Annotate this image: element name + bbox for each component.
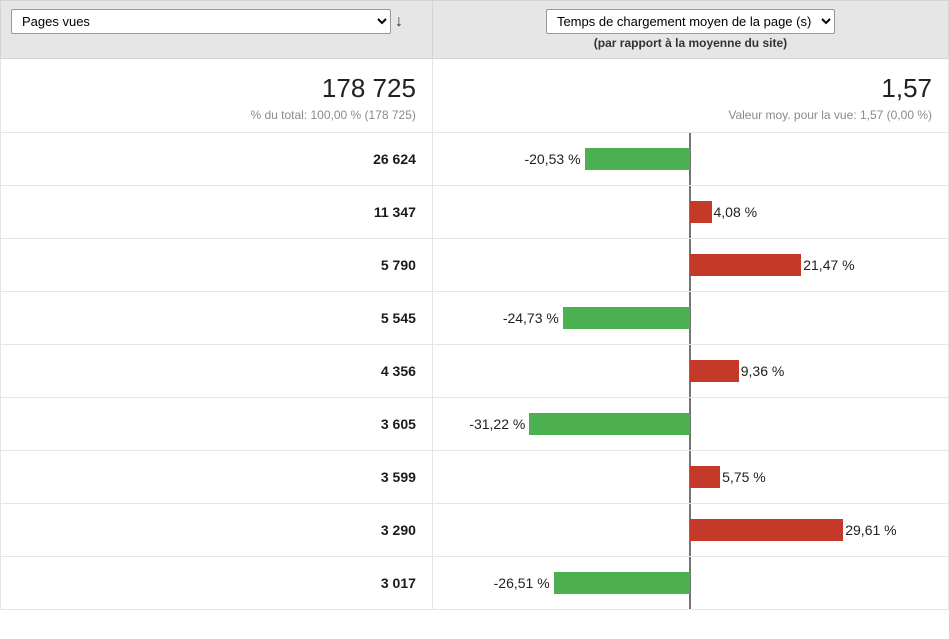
pageviews-cell: 4 356 <box>1 345 433 398</box>
summary-loadtime-value: 1,57 <box>449 73 932 104</box>
bar-container: 4,08 % <box>433 186 948 238</box>
bar-label: 5,75 % <box>722 469 766 485</box>
header-subtitle: (par rapport à la moyenne du site) <box>443 36 938 50</box>
bar-label: 4,08 % <box>714 204 758 220</box>
bar-container: -24,73 % <box>433 292 948 344</box>
right-metric-select-wrap: Temps de chargement moyen de la page (s)… <box>443 9 938 50</box>
pageviews-cell: 3 017 <box>1 557 433 610</box>
bar-container: 29,61 % <box>433 504 948 556</box>
summary-right-cell: 1,57 Valeur moy. pour la vue: 1,57 (0,00… <box>432 59 948 133</box>
bar-positive <box>690 254 801 276</box>
left-metric-select-wrap: Pages vues ↓ <box>11 9 422 34</box>
table-row: 5 545 -24,73 % <box>1 292 949 345</box>
bar-negative <box>585 148 691 170</box>
pageviews-cell: 11 347 <box>1 186 433 239</box>
comparison-bar-cell: 5,75 % <box>432 451 948 504</box>
bar-label: 29,61 % <box>845 522 896 538</box>
bar-label: 21,47 % <box>803 257 854 273</box>
table-row: 3 599 5,75 % <box>1 451 949 504</box>
bar-container: 5,75 % <box>433 451 948 503</box>
pageviews-cell: 3 599 <box>1 451 433 504</box>
table-row: 3 017 -26,51 % <box>1 557 949 610</box>
metric-select-pageviews[interactable]: Pages vues <box>11 9 391 34</box>
bar-positive <box>690 360 738 382</box>
header-right-cell: Temps de chargement moyen de la page (s)… <box>432 1 948 59</box>
bar-negative <box>554 572 691 594</box>
bar-container: -31,22 % <box>433 398 948 450</box>
comparison-bar-cell: -26,51 % <box>432 557 948 610</box>
comparison-bar-cell: 4,08 % <box>432 186 948 239</box>
bar-negative <box>563 307 691 329</box>
summary-pageviews-value: 178 725 <box>17 73 416 104</box>
comparison-bar-cell: -20,53 % <box>432 133 948 186</box>
pageviews-cell: 5 790 <box>1 239 433 292</box>
pageviews-cell: 5 545 <box>1 292 433 345</box>
sort-descending-icon[interactable]: ↓ <box>395 14 403 30</box>
table-header-row: Pages vues ↓ Temps de chargement moyen d… <box>1 1 949 59</box>
bar-label: -24,73 % <box>503 310 559 326</box>
comparison-table: Pages vues ↓ Temps de chargement moyen d… <box>0 0 949 610</box>
summary-loadtime-sub: Valeur moy. pour la vue: 1,57 (0,00 %) <box>449 108 932 122</box>
bar-container: -26,51 % <box>433 557 948 609</box>
comparison-bar-cell: -31,22 % <box>432 398 948 451</box>
bar-positive <box>690 466 720 488</box>
bar-label: -20,53 % <box>524 151 580 167</box>
table-row: 5 790 21,47 % <box>1 239 949 292</box>
comparison-bar-cell: 29,61 % <box>432 504 948 557</box>
bar-negative <box>529 413 690 435</box>
pageviews-cell: 3 290 <box>1 504 433 557</box>
table-row: 3 605 -31,22 % <box>1 398 949 451</box>
bar-label: 9,36 % <box>741 363 785 379</box>
metric-select-loadtime[interactable]: Temps de chargement moyen de la page (s) <box>546 9 835 34</box>
bar-label: -26,51 % <box>494 575 550 591</box>
bar-container: 21,47 % <box>433 239 948 291</box>
bar-positive <box>690 519 843 541</box>
table-row: 11 347 4,08 % <box>1 186 949 239</box>
summary-left-cell: 178 725 % du total: 100,00 % (178 725) <box>1 59 433 133</box>
summary-row: 178 725 % du total: 100,00 % (178 725) 1… <box>1 59 949 133</box>
header-left-cell: Pages vues ↓ <box>1 1 433 59</box>
bar-label: -31,22 % <box>469 416 525 432</box>
table-row: 26 624 -20,53 % <box>1 133 949 186</box>
table-row: 3 290 29,61 % <box>1 504 949 557</box>
pageviews-cell: 3 605 <box>1 398 433 451</box>
bar-container: -20,53 % <box>433 133 948 185</box>
table-row: 4 356 9,36 % <box>1 345 949 398</box>
summary-pageviews-sub: % du total: 100,00 % (178 725) <box>17 108 416 122</box>
bar-positive <box>690 201 711 223</box>
comparison-bar-cell: 9,36 % <box>432 345 948 398</box>
bar-container: 9,36 % <box>433 345 948 397</box>
comparison-bar-cell: -24,73 % <box>432 292 948 345</box>
comparison-bar-cell: 21,47 % <box>432 239 948 292</box>
pageviews-cell: 26 624 <box>1 133 433 186</box>
